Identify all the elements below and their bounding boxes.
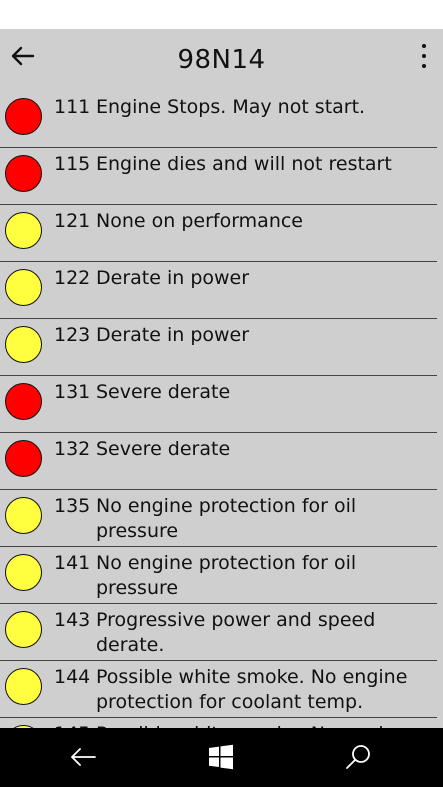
- fault-code: 123: [54, 324, 91, 346]
- severity-indicator: [5, 269, 42, 306]
- severity-indicator: [5, 326, 42, 363]
- fault-code-row[interactable]: 122 Derate in power: [0, 262, 443, 319]
- severity-indicator: [5, 497, 42, 534]
- fault-description: Possible white smoke. No engine protecti…: [96, 666, 408, 713]
- fault-description: None on performance: [96, 210, 303, 232]
- app-view: 98N14 111 Engine Stops. May not start. 115…: [0, 29, 443, 728]
- page-title: 98N14: [177, 45, 266, 75]
- fault-code-row[interactable]: 111 Engine Stops. May not start.: [0, 91, 443, 148]
- fault-code: 135: [54, 495, 91, 517]
- fault-code-row[interactable]: 143 Progressive power and speed derate.: [0, 604, 443, 661]
- fault-code: 131: [54, 381, 91, 403]
- fault-code: 121: [54, 210, 91, 232]
- fault-code: 122: [54, 267, 91, 289]
- more-vertical-icon: [422, 44, 426, 48]
- fault-code-row[interactable]: 141 No engine protection for oil pressure: [0, 547, 443, 604]
- severity-indicator: [5, 668, 42, 705]
- fault-code: 111: [54, 96, 91, 118]
- nav-back-icon: [71, 748, 96, 766]
- fault-description: Derate in power: [96, 267, 250, 289]
- fault-description: Engine Stops. May not start.: [96, 96, 366, 118]
- fault-code-row[interactable]: 123 Derate in power: [0, 319, 443, 376]
- severity-indicator: [5, 611, 42, 648]
- fault-description: Progressive power and speed derate.: [96, 609, 376, 656]
- severity-indicator: [5, 212, 42, 249]
- fault-description: Severe derate: [96, 438, 231, 460]
- severity-indicator: [5, 554, 42, 591]
- more-vertical-icon-dot: [422, 64, 426, 68]
- fault-description: Severe derate: [96, 381, 231, 403]
- search-icon: [346, 745, 370, 769]
- fault-code-row[interactable]: 115 Engine dies and will not restart: [0, 148, 443, 205]
- fault-code-row[interactable]: 132 Severe derate: [0, 433, 443, 490]
- fault-description: No engine protection for oil pressure: [96, 495, 357, 542]
- fault-code-row[interactable]: 144 Possible white smoke. No engine prote…: [0, 661, 443, 718]
- fault-description: Engine dies and will not restart: [96, 153, 392, 175]
- fault-code: 141: [54, 552, 91, 574]
- fault-code-row[interactable]: 135 No engine protection for oil pressure: [0, 490, 443, 547]
- fault-description: Derate in power: [96, 324, 250, 346]
- severity-indicator: [5, 155, 42, 192]
- fault-code: 115: [54, 153, 91, 175]
- navigation-bar: [0, 728, 443, 787]
- nav-back-button[interactable]: [66, 740, 100, 774]
- fault-code-row[interactable]: 145Possible white smoke. No engine: [0, 718, 443, 728]
- page-header: 98N14: [0, 29, 443, 91]
- fault-code: 143: [54, 609, 91, 631]
- severity-indicator: [5, 440, 42, 477]
- more-options-button[interactable]: [417, 42, 431, 70]
- fault-code-row[interactable]: 131 Severe derate: [0, 376, 443, 433]
- nav-start-button[interactable]: [204, 740, 238, 774]
- nav-search-button[interactable]: [341, 740, 375, 774]
- severity-indicator: [5, 383, 42, 420]
- more-vertical-icon-dot: [422, 54, 426, 58]
- system-status-bar: [0, 0, 443, 29]
- fault-code: 144: [54, 666, 91, 688]
- windows-start-icon: [209, 744, 233, 770]
- fault-code-row[interactable]: 121 None on performance: [0, 205, 443, 262]
- fault-code: 132: [54, 438, 91, 460]
- fault-code-list: 111 Engine Stops. May not start. 115 Engine…: [0, 91, 443, 728]
- severity-indicator: [5, 98, 42, 135]
- fault-description: No engine protection for oil pressure: [96, 552, 357, 599]
